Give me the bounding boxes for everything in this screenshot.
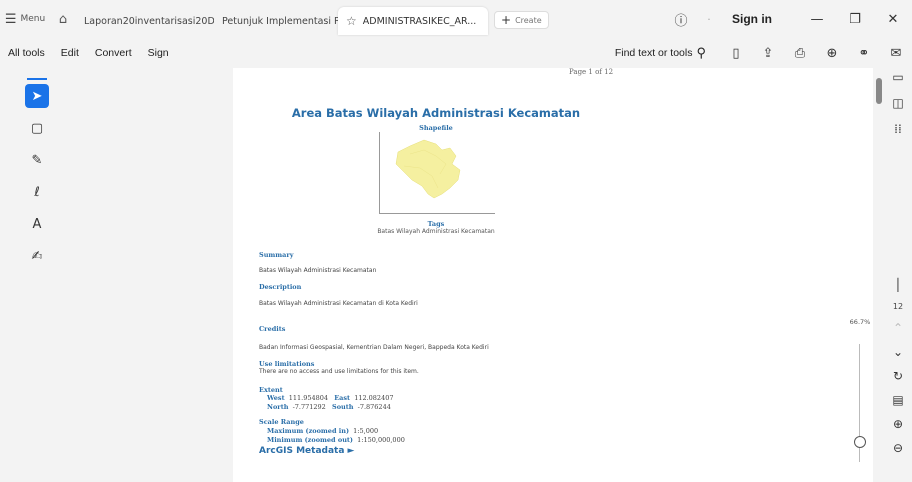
extent-label: Extent xyxy=(259,386,283,394)
zoom-out-icon[interactable]: ⊖ xyxy=(893,441,903,455)
home-icon[interactable]: ⌂ xyxy=(50,12,76,27)
highlight-tool-icon[interactable]: ✎ xyxy=(25,148,49,172)
plus-icon: + xyxy=(501,13,512,27)
thumbnail-map xyxy=(379,132,495,214)
tools-toolbar: All tools Edit Convert Sign Find text or… xyxy=(0,38,912,68)
chevron-up-icon[interactable]: ⌃ xyxy=(893,321,903,335)
credits-label: Credits xyxy=(259,325,286,333)
convert-button[interactable]: Convert xyxy=(87,47,140,59)
page-marker-icon: │ xyxy=(894,278,902,292)
sign-tool-icon[interactable]: ✍ xyxy=(25,244,49,268)
description-label: Description xyxy=(259,283,302,291)
shape-preview xyxy=(395,139,461,199)
tags-label: Tags xyxy=(427,220,445,228)
toolbar-right: Find text or tools ⚲ ▯ ⇪ ⎙ ⊕ ⚭ ✉ xyxy=(615,38,912,68)
scale-max-row: Maximum (zoomed in) 1:5,000 xyxy=(267,427,378,435)
west-value: 111.954804 xyxy=(288,394,329,402)
edit-button[interactable]: Edit xyxy=(53,47,87,59)
all-tools-button[interactable]: All tools xyxy=(0,47,53,59)
credits-value: Badan Informasi Geospasial, Kementrian D… xyxy=(259,344,489,351)
arcgis-metadata-link[interactable]: ArcGIS Metadata ► xyxy=(259,446,354,456)
scrollbar-thumb[interactable] xyxy=(876,78,882,104)
draw-tool-icon[interactable]: ℓ xyxy=(25,180,49,204)
tab-laporan[interactable]: Laporan20inventarisasi20Des2... xyxy=(76,7,214,35)
mail-icon[interactable]: ✉ xyxy=(880,46,912,61)
save-icon[interactable]: ▯ xyxy=(720,46,752,61)
south-label: South xyxy=(332,403,354,411)
restore-icon[interactable]: ❐ xyxy=(836,12,874,27)
search-icon: ⚲ xyxy=(696,45,706,60)
north-value: -7.771292 xyxy=(292,403,326,411)
summary-label: Summary xyxy=(259,251,294,259)
link-icon[interactable]: ⚭ xyxy=(848,46,880,61)
use-limitations-label: Use limitations xyxy=(259,360,315,368)
find-label: Find text or tools xyxy=(614,47,693,59)
zoom-slider-knob[interactable] xyxy=(854,436,866,448)
east-value: 112.082407 xyxy=(354,394,394,402)
scale-min-row: Minimum (zoomed out) 1:150,000,000 xyxy=(267,436,405,444)
south-value: -7.876244 xyxy=(357,403,391,411)
menu-button[interactable]: ☰ Menu xyxy=(0,0,50,38)
tab-label: Laporan20inventarisasi20Des2... xyxy=(84,15,214,27)
right-rail-lower: │ 12 ⌃ ⌄ ↻ ▤ ⊕ ⊖ xyxy=(884,278,912,455)
refresh-icon[interactable]: ↻ xyxy=(893,369,903,383)
scale-min-value: 1:150,000,000 xyxy=(357,436,405,444)
upload-icon[interactable]: ⇪ xyxy=(752,46,784,61)
page-count: 12 xyxy=(892,302,904,311)
minimize-icon[interactable]: — xyxy=(798,12,836,27)
tags-value: Batas Wilayah Administrasi Kecamatan xyxy=(377,228,495,235)
zoom-in-icon[interactable]: ⊕ xyxy=(893,417,903,431)
right-rail: ▭ ◫ ⁞⁞ xyxy=(884,70,912,136)
print-icon[interactable]: ⎙ xyxy=(784,46,816,61)
tab-petunjuk[interactable]: Petunjuk Implementasi Pembu... xyxy=(214,7,338,35)
description-value: Batas Wilayah Administrasi Kecamatan di … xyxy=(259,300,418,307)
menu-icon: ☰ xyxy=(4,11,17,27)
tab-administrasikec[interactable]: ☆ ADMINISTRASIKEC_AR... ✕ xyxy=(338,7,488,35)
zoom-value: 66.7% xyxy=(849,318,871,326)
separator-icon: · xyxy=(707,12,711,26)
scale-range-label: Scale Range xyxy=(259,418,304,426)
extent-row-1: West 111.954804 East 112.082407 xyxy=(267,394,393,402)
find-text-button[interactable]: Find text or tools ⚲ xyxy=(615,45,706,61)
north-label: North xyxy=(267,403,289,411)
select-tool-icon[interactable]: ➤ xyxy=(25,84,49,108)
zoom-panel: 66.7% xyxy=(840,312,880,478)
sign-in-button[interactable]: Sign in xyxy=(732,12,772,26)
chevron-down-icon[interactable]: ⌄ xyxy=(893,345,903,359)
menu-label: Menu xyxy=(20,14,46,24)
east-label: East xyxy=(334,394,351,402)
thumbnails-icon[interactable]: ⁞⁞ xyxy=(894,122,902,136)
help-icon[interactable]: ⓘ xyxy=(668,10,694,29)
scale-max-label: Maximum (zoomed in) xyxy=(267,427,350,435)
document-subtitle: Shapefile xyxy=(419,124,453,132)
document-content: Area Batas Wilayah Administrasi Kecamata… xyxy=(233,68,873,482)
tab-bar: ☰ Menu ⌂ Laporan20inventarisasi20Des2...… xyxy=(0,0,912,38)
summary-value: Batas Wilayah Administrasi Kecamatan xyxy=(259,267,377,274)
document-page: Page 1 of 12 Area Batas Wilayah Administ… xyxy=(233,68,873,482)
star-icon: ☆ xyxy=(346,14,357,28)
page-fit-icon[interactable]: ▤ xyxy=(892,393,903,407)
west-label: West xyxy=(267,394,285,402)
scale-min-label: Minimum (zoomed out) xyxy=(267,436,354,444)
create-tab-button[interactable]: + Create xyxy=(494,11,549,29)
left-tool-rail: ➤ ▢ ✎ ℓ A ✍ xyxy=(20,78,54,268)
use-limitations-value: There are no access and use limitations … xyxy=(259,368,419,375)
scale-max-value: 1:5,000 xyxy=(353,427,379,435)
rail-indicator xyxy=(27,78,47,80)
comments-panel-icon[interactable]: ▭ xyxy=(892,70,903,84)
text-tool-icon[interactable]: A xyxy=(25,212,49,236)
window-controls: ⓘ · Sign in — ❐ ✕ xyxy=(668,0,912,38)
zoom-search-icon[interactable]: ⊕ xyxy=(816,46,848,61)
tab-label: ADMINISTRASIKEC_AR... xyxy=(362,15,477,27)
create-label: Create xyxy=(515,15,542,25)
document-title: Area Batas Wilayah Administrasi Kecamata… xyxy=(291,106,581,120)
tab-label: Petunjuk Implementasi Pembu... xyxy=(222,15,338,27)
close-window-icon[interactable]: ✕ xyxy=(874,12,912,27)
sign-button[interactable]: Sign xyxy=(140,47,177,59)
extent-row-2: North -7.771292 South -7.876244 xyxy=(267,403,391,411)
comment-tool-icon[interactable]: ▢ xyxy=(25,116,49,140)
ai-assistant-icon[interactable]: ◫ xyxy=(892,96,903,110)
